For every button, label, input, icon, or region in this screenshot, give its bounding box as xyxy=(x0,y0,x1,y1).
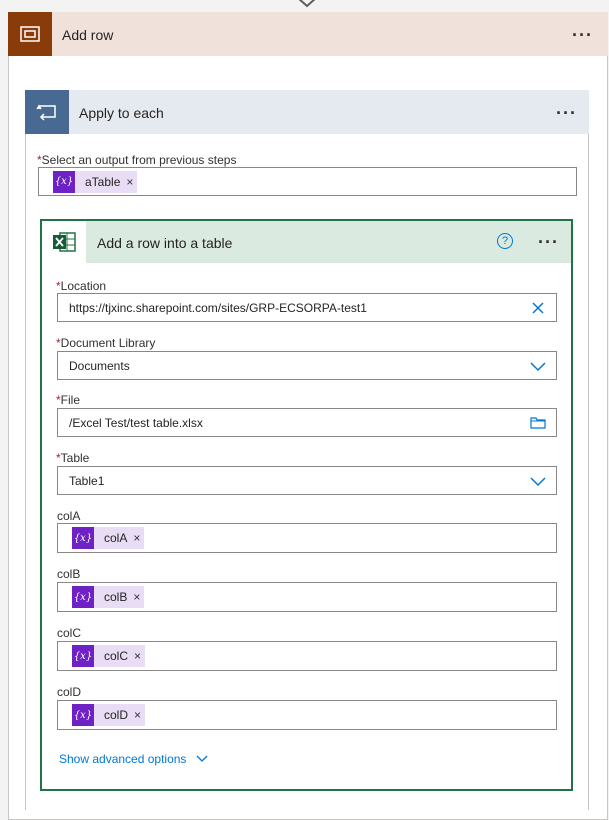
location-value: https://tjxinc.sharepoint.com/sites/GRP-… xyxy=(69,300,367,315)
file-value: /Excel Test/test table.xlsx xyxy=(69,415,203,430)
scope-icon xyxy=(8,12,52,56)
remove-token-button[interactable]: × xyxy=(133,590,144,604)
output-token-label: aTable xyxy=(85,174,121,189)
colC-label: colC xyxy=(57,626,82,640)
colD-field[interactable]: {x} colD × xyxy=(57,700,557,730)
variable-icon: {x} xyxy=(72,704,94,726)
colC-token-label: colC xyxy=(104,649,129,663)
chevron-down-icon[interactable] xyxy=(530,358,546,374)
colD-label: colD xyxy=(57,685,82,699)
location-label: *Location xyxy=(56,279,107,293)
output-field[interactable]: {x} aTable × xyxy=(38,167,577,196)
colB-token-label: colB xyxy=(104,590,128,604)
colA-token[interactable]: {x} colA × xyxy=(72,527,145,549)
output-token[interactable]: {x} aTable × xyxy=(53,170,138,193)
chevron-down-icon[interactable] xyxy=(530,473,546,489)
excel-icon xyxy=(42,221,86,263)
document-library-value: Documents xyxy=(69,358,130,373)
colC-field[interactable]: {x} colC × xyxy=(57,641,557,671)
colA-label: colA xyxy=(57,509,81,523)
show-advanced-options-label: Show advanced options xyxy=(59,752,187,766)
connector-arrow-icon xyxy=(298,0,316,8)
apply-to-each-title: Apply to each xyxy=(79,105,164,121)
clear-icon[interactable] xyxy=(530,300,546,316)
variable-icon: {x} xyxy=(72,645,94,667)
add-row-more-button[interactable]: ··· xyxy=(572,26,593,44)
remove-token-button[interactable]: × xyxy=(126,175,137,189)
file-label: *File xyxy=(56,393,81,407)
document-library-dropdown[interactable]: Documents xyxy=(57,351,557,380)
document-library-label: *Document Library xyxy=(56,336,156,350)
colB-token[interactable]: {x} colB × xyxy=(72,586,145,608)
excel-more-button[interactable]: ··· xyxy=(538,233,559,251)
colD-token[interactable]: {x} colD × xyxy=(72,704,146,726)
help-icon[interactable]: ? xyxy=(497,233,513,249)
colA-field[interactable]: {x} colA × xyxy=(57,523,557,553)
add-row-title: Add row xyxy=(62,27,114,43)
excel-action-title: Add a row into a table xyxy=(97,235,233,251)
folder-icon[interactable] xyxy=(530,415,546,431)
remove-token-button[interactable]: × xyxy=(133,531,144,545)
variable-icon: {x} xyxy=(72,586,94,608)
remove-token-button[interactable]: × xyxy=(134,649,145,663)
loop-icon xyxy=(25,90,69,134)
table-dropdown[interactable]: Table1 xyxy=(57,466,557,495)
colB-field[interactable]: {x} colB × xyxy=(57,582,557,612)
table-value: Table1 xyxy=(69,473,105,488)
table-label: *Table xyxy=(56,451,90,465)
apply-more-button[interactable]: ··· xyxy=(556,104,577,122)
colD-token-label: colD xyxy=(104,708,129,722)
remove-token-button[interactable]: × xyxy=(134,708,145,722)
file-field[interactable]: /Excel Test/test table.xlsx xyxy=(57,408,557,437)
colA-token-label: colA xyxy=(104,531,128,545)
location-field[interactable]: https://tjxinc.sharepoint.com/sites/GRP-… xyxy=(57,293,557,322)
variable-icon: {x} xyxy=(53,170,75,193)
output-label: *Select an output from previous steps xyxy=(37,153,237,167)
colC-token[interactable]: {x} colC × xyxy=(72,645,146,667)
show-advanced-options-link[interactable]: Show advanced options xyxy=(59,752,208,766)
variable-icon: {x} xyxy=(72,527,94,549)
chevron-down-icon xyxy=(196,755,208,762)
colB-label: colB xyxy=(57,567,81,581)
